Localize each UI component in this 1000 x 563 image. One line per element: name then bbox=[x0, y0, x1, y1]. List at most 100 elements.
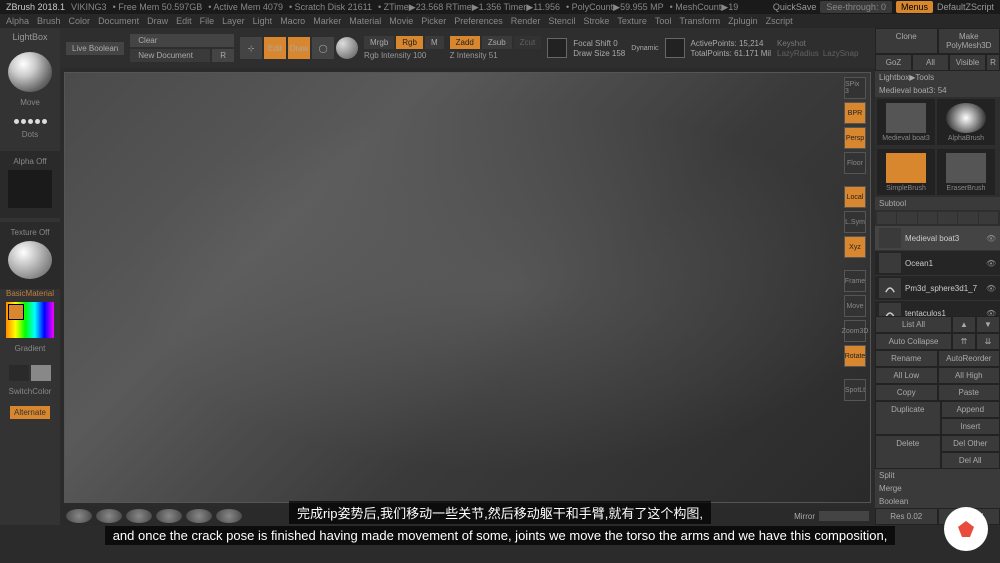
mirror-label[interactable]: Mirror bbox=[794, 512, 815, 521]
merge-section[interactable]: Merge bbox=[875, 482, 1000, 495]
zadd-mode[interactable]: Zadd bbox=[450, 36, 480, 49]
split-section[interactable]: Split bbox=[875, 469, 1000, 482]
frame-button[interactable]: Frame bbox=[844, 270, 866, 292]
bpr-icon[interactable]: BPR bbox=[844, 102, 866, 124]
append-button[interactable]: Append bbox=[941, 401, 1000, 418]
default-zscript[interactable]: DefaultZScript bbox=[937, 2, 994, 12]
duplicate-button[interactable]: Duplicate bbox=[875, 401, 941, 435]
zcut-mode[interactable]: Zcut bbox=[514, 36, 542, 49]
move-button[interactable]: Move bbox=[844, 295, 866, 317]
lightbox-button[interactable]: LightBox bbox=[12, 32, 47, 42]
brush-swatch[interactable] bbox=[8, 52, 52, 92]
live-boolean-toggle[interactable]: Live Boolean bbox=[66, 42, 124, 55]
seethrough-slider[interactable]: See-through: 0 bbox=[820, 1, 892, 13]
subtool-item[interactable]: Medieval boat3👁 bbox=[875, 226, 1000, 251]
goz-all[interactable]: All bbox=[912, 54, 949, 71]
spotlight-button[interactable]: SpotLt bbox=[844, 379, 866, 401]
size-curve-icon[interactable] bbox=[665, 38, 685, 58]
history-thumb[interactable] bbox=[66, 509, 92, 523]
local-toggle[interactable]: Local bbox=[844, 186, 866, 208]
zoom3d-button[interactable]: Zoom3D bbox=[844, 320, 866, 342]
menu-stencil[interactable]: Stencil bbox=[548, 16, 575, 26]
dynamic-toggle[interactable]: Dynamic bbox=[631, 45, 658, 52]
history-thumb[interactable] bbox=[186, 509, 212, 523]
menu-alpha[interactable]: Alpha bbox=[6, 16, 29, 26]
menu-layer[interactable]: Layer bbox=[222, 16, 245, 26]
bpr-button[interactable]: SPix 3 bbox=[844, 77, 866, 99]
menu-zplugin[interactable]: Zplugin bbox=[728, 16, 758, 26]
alpha-swatch[interactable] bbox=[8, 170, 52, 208]
texture-swatch[interactable] bbox=[8, 241, 52, 279]
move-mode[interactable]: ◯ bbox=[312, 37, 334, 59]
rgb-mode[interactable]: Rgb bbox=[396, 36, 423, 49]
r-button[interactable]: R bbox=[212, 49, 234, 62]
menu-draw[interactable]: Draw bbox=[147, 16, 168, 26]
gradient-toggle[interactable]: Gradient bbox=[15, 344, 46, 353]
goz-visible[interactable]: Visible bbox=[949, 54, 986, 71]
draw-size-slider[interactable]: Draw Size 158 bbox=[573, 49, 625, 58]
menu-tool[interactable]: Tool bbox=[655, 16, 672, 26]
copy-button[interactable]: Copy bbox=[875, 384, 938, 401]
menu-zscript[interactable]: Zscript bbox=[766, 16, 793, 26]
mrgb-mode[interactable]: Mrgb bbox=[364, 36, 394, 49]
tool-thumb-eraserbrush[interactable]: EraserBrush bbox=[937, 149, 995, 195]
history-thumb[interactable] bbox=[96, 509, 122, 523]
history-thumb[interactable] bbox=[156, 509, 182, 523]
subtool-item[interactable]: Pm3d_sphere3d1_7👁 bbox=[875, 276, 1000, 301]
menu-picker[interactable]: Picker bbox=[421, 16, 446, 26]
arrow-up-icon[interactable]: ▲ bbox=[952, 316, 976, 333]
tool-thumb-alphabrush[interactable]: AlphaBrush bbox=[937, 99, 995, 145]
gizmo-icon[interactable]: ⊹ bbox=[240, 37, 262, 59]
color-picker[interactable] bbox=[6, 302, 54, 338]
tool-thumb-simplebrush[interactable]: SimpleBrush bbox=[877, 149, 935, 195]
z-intensity-slider[interactable]: Z Intensity 51 bbox=[450, 51, 542, 60]
tool-thumb-boat[interactable]: Medieval boat3 bbox=[877, 99, 935, 145]
new-document[interactable]: New Document bbox=[130, 49, 210, 62]
history-thumb[interactable] bbox=[126, 509, 152, 523]
clear-button[interactable]: Clear bbox=[130, 34, 234, 47]
xyz-icon[interactable]: Xyz bbox=[844, 236, 866, 258]
insert-button[interactable]: Insert bbox=[941, 418, 1000, 435]
curve-icon[interactable] bbox=[547, 38, 567, 58]
menu-document[interactable]: Document bbox=[98, 16, 139, 26]
menu-macro[interactable]: Macro bbox=[280, 16, 305, 26]
polymesh3d-button[interactable]: Make PolyMesh3D bbox=[938, 28, 1000, 54]
auto-collapse-button[interactable]: Auto Collapse bbox=[875, 333, 952, 350]
color-main[interactable] bbox=[9, 365, 29, 381]
rename-button[interactable]: Rename bbox=[875, 350, 938, 367]
autoreorder-button[interactable]: AutoReorder bbox=[938, 350, 1000, 367]
arrow-down-icon[interactable]: ▼ bbox=[976, 316, 1000, 333]
menu-brush[interactable]: Brush bbox=[37, 16, 61, 26]
clone-button[interactable]: Clone bbox=[875, 28, 938, 54]
focal-shift-slider[interactable]: Focal Shift 0 bbox=[573, 39, 625, 48]
move-down-icon[interactable]: ⇊ bbox=[976, 333, 1000, 350]
menu-preferences[interactable]: Preferences bbox=[454, 16, 503, 26]
del-all-button[interactable]: Del All bbox=[941, 452, 1000, 469]
subtool-item[interactable]: tentaculos1👁 bbox=[875, 301, 1000, 316]
menu-transform[interactable]: Transform bbox=[679, 16, 720, 26]
quicksave-button[interactable]: QuickSave bbox=[773, 2, 817, 12]
all-low-button[interactable]: All Low bbox=[875, 367, 938, 384]
material-label[interactable]: BasicMaterial bbox=[6, 289, 54, 298]
list-all-button[interactable]: List All bbox=[875, 316, 952, 333]
menus-button[interactable]: Menus bbox=[896, 1, 933, 13]
goz-button[interactable]: GoZ bbox=[875, 54, 912, 71]
move-up-icon[interactable]: ⇈ bbox=[952, 333, 976, 350]
all-high-button[interactable]: All High bbox=[938, 367, 1000, 384]
res-slider[interactable]: Res 0.02 bbox=[875, 508, 938, 525]
del-other-button[interactable]: Del Other bbox=[941, 435, 1000, 452]
floor-toggle[interactable]: Floor bbox=[844, 152, 866, 174]
persp-toggle[interactable]: Persp bbox=[844, 127, 866, 149]
menu-file[interactable]: File bbox=[200, 16, 215, 26]
subtool-header[interactable]: Subtool bbox=[875, 197, 1000, 210]
boolean-section[interactable]: Boolean bbox=[875, 495, 1000, 508]
zsub-mode[interactable]: Zsub bbox=[482, 36, 512, 49]
mirror-slider[interactable] bbox=[819, 511, 869, 521]
m-mode[interactable]: M bbox=[425, 36, 444, 49]
alternate-button[interactable]: Alternate bbox=[10, 406, 50, 419]
lsym-toggle[interactable]: L.Sym bbox=[844, 211, 866, 233]
stroke-swatch[interactable] bbox=[14, 119, 47, 124]
material-mode-icon[interactable] bbox=[336, 37, 358, 59]
subtool-item[interactable]: Ocean1👁 bbox=[875, 251, 1000, 276]
paste-button[interactable]: Paste bbox=[938, 384, 1000, 401]
